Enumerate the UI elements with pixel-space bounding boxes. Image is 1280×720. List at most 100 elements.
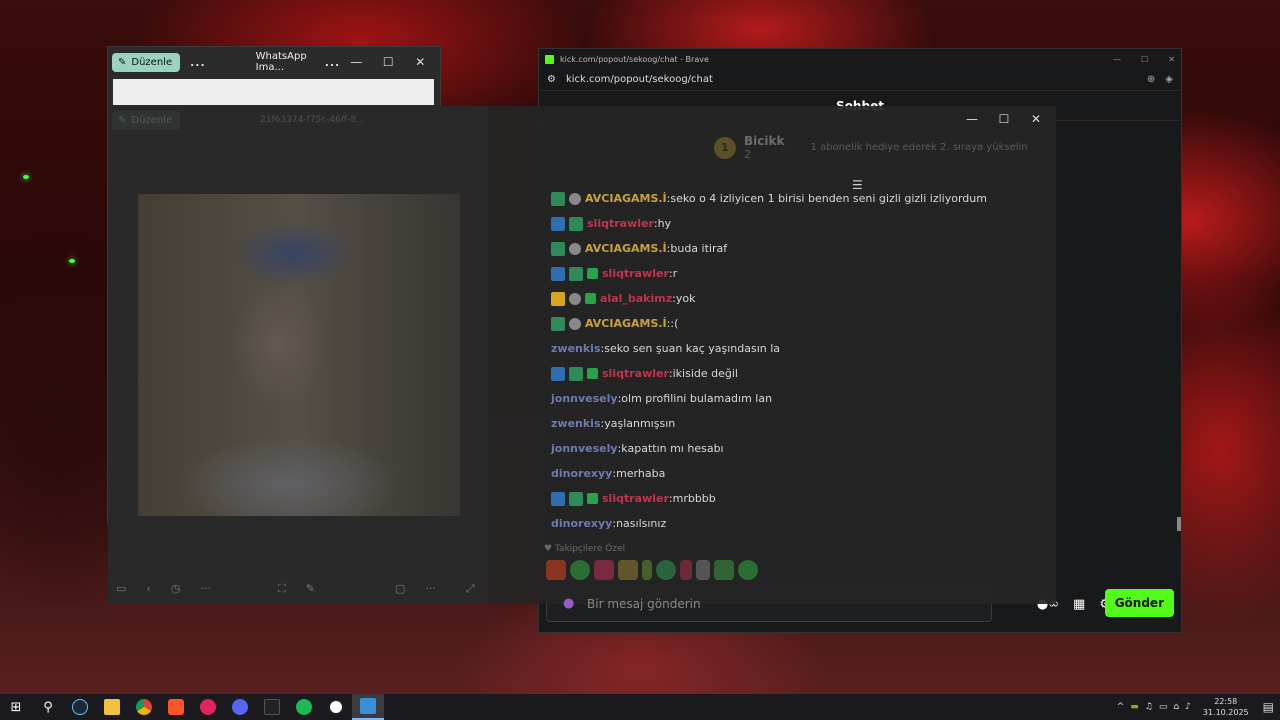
site-settings-icon[interactable]: ⚙ — [547, 74, 556, 85]
crown-badge-icon[interactable] — [551, 291, 565, 306]
address-bar[interactable]: ⚙ kick.com/popout/sekoog/chat ⊕ ◈ — [539, 69, 1181, 91]
chat-username[interactable]: zwenkis — [551, 342, 601, 355]
emote[interactable] — [642, 560, 652, 580]
sub-badge-icon[interactable] — [551, 191, 565, 206]
chat-text: olm profilini bulamadım lan — [621, 392, 773, 405]
expand-icon[interactable]: ⤢ — [466, 582, 475, 596]
notification-icon[interactable]: ▤ — [1263, 700, 1274, 714]
chat-username[interactable]: dinorexyy — [551, 517, 612, 530]
chevron-up-icon[interactable]: ^ — [1117, 702, 1125, 712]
vip-badge-icon[interactable] — [569, 242, 581, 255]
chat-username[interactable]: zwenkis — [551, 417, 601, 430]
battery-icon[interactable]: ▭ — [1159, 702, 1168, 712]
clock-icon[interactable]: ◷ — [171, 582, 181, 595]
photos-titlebar[interactable]: ✎ Düzenle ... WhatsApp Ima... ... — ☐ ✕ — [108, 47, 440, 77]
gift-badge-icon[interactable] — [585, 293, 596, 304]
media-player-icon[interactable] — [192, 694, 224, 720]
photos-icon[interactable] — [352, 694, 384, 720]
maximize-button[interactable]: ☐ — [372, 55, 404, 69]
chat-username[interactable]: sliqtrawler — [602, 367, 669, 380]
sub-badge-icon[interactable] — [569, 266, 583, 281]
terminal-icon[interactable] — [256, 694, 288, 720]
chat-username[interactable]: jonnvesely — [551, 392, 618, 405]
more-button[interactable]: ... — [190, 56, 206, 69]
more-icon[interactable]: ··· — [425, 582, 436, 596]
windows-start-icon[interactable]: ⊞ — [0, 694, 32, 720]
chrome-icon[interactable] — [128, 694, 160, 720]
headphones-icon[interactable]: ♫ — [1145, 702, 1153, 712]
chat-username[interactable]: AVCIAGAMS.İ — [585, 192, 667, 205]
volume-icon[interactable]: ♪ — [1185, 702, 1191, 712]
chat-username[interactable]: jonnvesely — [551, 442, 618, 455]
gift-badge-icon[interactable] — [587, 368, 598, 379]
brave-icon[interactable] — [160, 694, 192, 720]
sub-badge-icon[interactable] — [569, 366, 583, 381]
more-icon[interactable]: ··· — [200, 582, 211, 595]
emote[interactable] — [546, 560, 566, 580]
vip-badge-icon[interactable] — [569, 192, 581, 205]
more-button[interactable]: ... — [325, 56, 341, 69]
chat-text: yok — [675, 292, 696, 305]
chat-username[interactable]: AVCIAGAMS.İ — [585, 317, 667, 330]
sub-badge-icon[interactable] — [551, 316, 565, 331]
mod-badge-icon[interactable] — [551, 491, 565, 506]
emote[interactable] — [656, 560, 676, 580]
send-button[interactable]: Gönder — [1104, 589, 1174, 617]
search-icon[interactable]: ⚲ — [32, 694, 64, 720]
emote[interactable] — [680, 560, 692, 580]
mod-badge-icon[interactable] — [551, 266, 565, 281]
chat-username[interactable]: sliqtrawler — [602, 492, 669, 505]
url-text[interactable]: kick.com/popout/sekoog/chat — [566, 74, 713, 85]
close-button[interactable]: ✕ — [1168, 55, 1175, 64]
sub-badge-icon[interactable] — [569, 491, 583, 506]
zoom-icon[interactable]: ⊕ — [1147, 74, 1155, 85]
network-icon[interactable]: ⌂ — [1173, 702, 1179, 712]
rockstar-icon[interactable] — [320, 694, 352, 720]
sub-badge-icon[interactable] — [569, 216, 583, 231]
maximize-button[interactable]: ☐ — [1141, 55, 1148, 64]
edit-pen-icon[interactable]: ✎ — [306, 582, 315, 596]
spotify-icon[interactable] — [288, 694, 320, 720]
gift-badge-icon[interactable] — [587, 493, 598, 504]
steam-icon[interactable] — [64, 694, 96, 720]
mod-badge-icon[interactable] — [551, 216, 565, 231]
clock[interactable]: 22:58 31.10.2025 — [1203, 696, 1249, 718]
emote[interactable] — [618, 560, 638, 580]
chat-username[interactable]: sliqtrawler — [602, 267, 669, 280]
minimize-button[interactable]: — — [956, 112, 988, 126]
back-icon[interactable]: ‹ — [146, 582, 150, 595]
discord-icon[interactable] — [224, 694, 256, 720]
minimize-button[interactable]: — — [340, 55, 372, 69]
vip-badge-icon[interactable] — [569, 292, 581, 305]
close-button[interactable]: ✕ — [1020, 112, 1052, 126]
chat-username[interactable]: AVCIAGAMS.İ — [585, 242, 667, 255]
chat-username[interactable]: sliqtrawler — [587, 217, 654, 230]
emote[interactable] — [714, 560, 734, 580]
maximize-button[interactable]: ☐ — [988, 112, 1020, 126]
file-explorer-icon[interactable] — [96, 694, 128, 720]
film-icon[interactable]: ▭ — [116, 582, 126, 595]
minimize-button[interactable]: — — [1113, 55, 1121, 64]
emote[interactable] — [570, 560, 590, 580]
emote[interactable] — [594, 560, 614, 580]
chat-username[interactable]: alal_bakimz — [600, 292, 672, 305]
fit-icon[interactable]: ▢ — [395, 582, 405, 596]
store-icon[interactable]: ▦ — [1073, 597, 1085, 612]
emote[interactable] — [696, 560, 710, 580]
crop-icon[interactable]: ⛶ — [278, 582, 286, 596]
sub-badge-icon[interactable] — [551, 241, 565, 256]
chat-username[interactable]: dinorexyy — [551, 467, 612, 480]
chat-text: kapattın mı hesabı — [621, 442, 724, 455]
vip-badge-icon[interactable] — [569, 317, 581, 330]
overlay-window[interactable]: ✎ Düzenle 21f63374-f75c-46ff-8... ▭ ‹ ◷ … — [108, 106, 1056, 611]
brave-shield-icon[interactable]: ◈ — [1165, 74, 1173, 85]
nvidia-icon[interactable]: ▬ — [1130, 702, 1139, 712]
microphone-icon[interactable]: ● — [563, 596, 574, 611]
edit-button[interactable]: ✎ Düzenle — [112, 52, 181, 72]
mod-badge-icon[interactable] — [551, 366, 565, 381]
gift-badge-icon[interactable] — [587, 268, 598, 279]
close-button[interactable]: ✕ — [404, 55, 436, 69]
emote[interactable] — [738, 560, 758, 580]
brave-titlebar[interactable]: kick.com/popout/sekoog/chat - Brave — ☐ … — [539, 49, 1181, 69]
scrollbar[interactable] — [1177, 517, 1181, 531]
